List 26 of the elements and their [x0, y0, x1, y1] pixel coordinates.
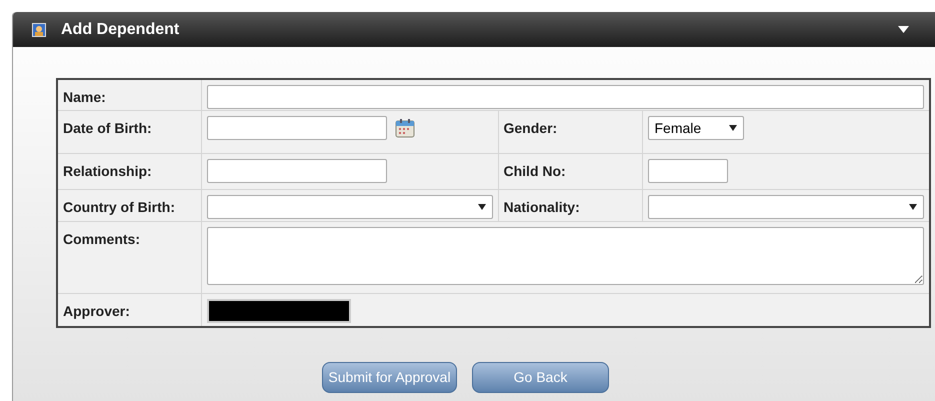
text-field[interactable] — [648, 159, 728, 183]
dropdown-field[interactable] — [648, 195, 924, 219]
panel-title: Add Dependent — [61, 20, 180, 40]
field-label: Nationality: — [504, 199, 580, 215]
form-button[interactable]: Go Back — [472, 362, 609, 392]
dropdown-field[interactable] — [206, 195, 492, 219]
field-label: Gender: — [504, 120, 558, 136]
field-label: Date of Birth: — [63, 120, 152, 136]
field-label: Comments: — [63, 231, 140, 247]
comments-field[interactable] — [206, 227, 924, 285]
dropdown-caret-icon — [728, 125, 736, 131]
collapse-caret-icon[interactable] — [898, 26, 909, 33]
field-label: Approver: — [63, 303, 130, 319]
dropdown-field[interactable]: Female — [648, 116, 744, 140]
field-label: Country of Birth: — [63, 199, 175, 215]
field-label: Name: — [63, 89, 106, 105]
text-field[interactable] — [206, 85, 924, 109]
text-field[interactable] — [206, 159, 386, 183]
person-icon — [32, 22, 46, 36]
dropdown-caret-icon — [909, 204, 917, 210]
form-button[interactable]: Submit for Approval — [322, 362, 457, 392]
field-label: Child No: — [504, 163, 566, 179]
calendar-icon[interactable] — [394, 118, 414, 138]
dropdown-caret-icon — [478, 204, 486, 210]
field-label: Relationship: — [63, 163, 152, 179]
date-field[interactable] — [206, 116, 386, 140]
